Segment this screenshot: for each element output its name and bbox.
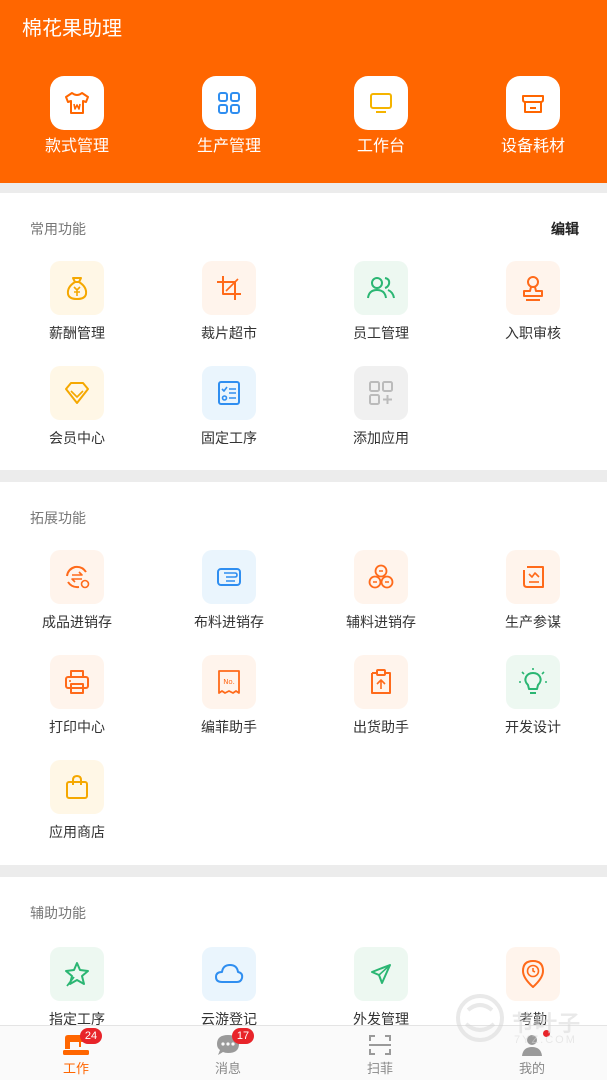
- app-label: 添加应用: [353, 430, 409, 446]
- app-salary-management[interactable]: 薪酬管理: [22, 261, 132, 343]
- app-add-application[interactable]: 添加应用: [326, 366, 436, 448]
- shopping-bag-icon: [50, 760, 104, 814]
- app-store[interactable]: 应用商店: [22, 760, 132, 842]
- receipt-icon: No.: [202, 655, 256, 709]
- monitor-icon: [354, 76, 408, 130]
- app-development-design[interactable]: 开发设计: [478, 655, 588, 737]
- bulb-icon: [506, 655, 560, 709]
- app-label: 员工管理: [353, 325, 409, 341]
- top-nav-label: 设备耗材: [500, 138, 565, 155]
- app-label: 固定工序: [201, 430, 257, 446]
- printer-icon: [50, 655, 104, 709]
- buttons-icon: [354, 550, 408, 604]
- tab-scan[interactable]: 扫菲: [340, 1032, 420, 1078]
- grid-icon: [202, 76, 256, 130]
- app-shipping-assistant[interactable]: 出货助手: [326, 655, 436, 737]
- tab-label: 扫菲: [366, 1061, 393, 1076]
- header: 棉花果助理 款式管理 生产管理 工作台 设备耗材: [0, 0, 607, 183]
- chat-bubble-icon: 17: [214, 1028, 254, 1058]
- app-label: 入职审核: [505, 325, 561, 341]
- tab-label: 我的: [518, 1061, 545, 1076]
- tab-label: 工作: [62, 1061, 89, 1076]
- app-label: 辅料进销存: [346, 614, 416, 630]
- svg-text:No.: No.: [223, 678, 235, 686]
- money-bag-icon: [50, 261, 104, 315]
- app-label: 打印中心: [49, 719, 105, 735]
- tab-messages[interactable]: 17 消息: [188, 1028, 268, 1078]
- section-title: 常用功能: [30, 221, 86, 237]
- section-extended: 拓展功能 成品进销存 布料进销存 辅料进销存 生产参谋 打印中心 No. 编菲助…: [0, 482, 607, 865]
- cloud-icon: [202, 947, 256, 1001]
- app-cut-pieces-market[interactable]: 裁片超市: [174, 261, 284, 343]
- app-member-center[interactable]: 会员中心: [22, 366, 132, 448]
- app-label: 薪酬管理: [49, 325, 105, 341]
- shipping-box-icon: [354, 655, 408, 709]
- top-nav-style-management[interactable]: 款式管理: [22, 76, 132, 158]
- app-print-center[interactable]: 打印中心: [22, 655, 132, 737]
- work-badge: 24: [80, 1028, 102, 1044]
- send-icon: [354, 947, 408, 1001]
- sewing-machine-icon: 24: [62, 1028, 102, 1058]
- top-nav-label: 生产管理: [196, 138, 261, 155]
- report-icon: [506, 550, 560, 604]
- app-production-advisor[interactable]: 生产参谋: [478, 550, 588, 632]
- shirt-icon: [50, 76, 104, 130]
- app-label: 出货助手: [353, 719, 409, 735]
- store-icon: [506, 76, 560, 130]
- app-label: 裁片超市: [201, 325, 257, 341]
- app-label: 布料进销存: [194, 614, 264, 630]
- app-cloud-registration[interactable]: 云游登记: [174, 947, 284, 1029]
- scan-icon: [366, 1032, 394, 1058]
- top-nav-production-management[interactable]: 生产管理: [174, 76, 284, 158]
- app-label: 应用商店: [49, 824, 105, 840]
- tab-work[interactable]: 24 工作: [36, 1028, 116, 1078]
- app-fixed-process[interactable]: 固定工序: [174, 366, 284, 448]
- top-nav-label: 款式管理: [44, 138, 109, 155]
- section-common: 常用功能 编辑 薪酬管理 裁片超市 员工管理 入职审核 会员中心 固定工序 添加…: [0, 193, 607, 470]
- app-accessories-inventory[interactable]: 辅料进销存: [326, 550, 436, 632]
- crop-icon: [202, 261, 256, 315]
- app-outsourcing-management[interactable]: 外发管理: [326, 947, 436, 1029]
- top-nav-label: 工作台: [356, 138, 405, 155]
- section-title: 拓展功能: [30, 510, 86, 526]
- app-title: 棉花果助理: [22, 18, 122, 40]
- messages-badge: 17: [232, 1028, 254, 1044]
- app-label: 会员中心: [49, 430, 105, 446]
- diamond-icon: [50, 366, 104, 420]
- tab-label: 消息: [214, 1061, 241, 1076]
- exchange-icon: [50, 550, 104, 604]
- app-label: 成品进销存: [42, 614, 112, 630]
- app-onboarding-review[interactable]: 入职审核: [478, 261, 588, 343]
- watermark: 节叶子 7YZ.COM: [452, 988, 602, 1058]
- pin-icon: [50, 947, 104, 1001]
- top-nav-workbench[interactable]: 工作台: [326, 76, 436, 158]
- app-label: 编菲助手: [201, 719, 257, 735]
- app-finished-goods-inventory[interactable]: 成品进销存: [22, 550, 132, 632]
- app-label: 生产参谋: [505, 614, 561, 630]
- watermark-sub: 7YZ.COM: [514, 1034, 577, 1046]
- checklist-icon: [202, 366, 256, 420]
- stamp-icon: [506, 261, 560, 315]
- fabric-icon: [202, 550, 256, 604]
- app-assign-process[interactable]: 指定工序: [22, 947, 132, 1029]
- section-title: 辅助功能: [30, 905, 86, 921]
- edit-button[interactable]: 编辑: [551, 219, 579, 239]
- watermark-logo-icon: [456, 994, 504, 1042]
- app-label: 开发设计: [505, 719, 561, 735]
- app-fabric-inventory[interactable]: 布料进销存: [174, 550, 284, 632]
- app-ticket-assistant[interactable]: No. 编菲助手: [174, 655, 284, 737]
- users-icon: [354, 261, 408, 315]
- app-staff-management[interactable]: 员工管理: [326, 261, 436, 343]
- add-app-icon: [354, 366, 408, 420]
- top-nav-equipment[interactable]: 设备耗材: [478, 76, 588, 158]
